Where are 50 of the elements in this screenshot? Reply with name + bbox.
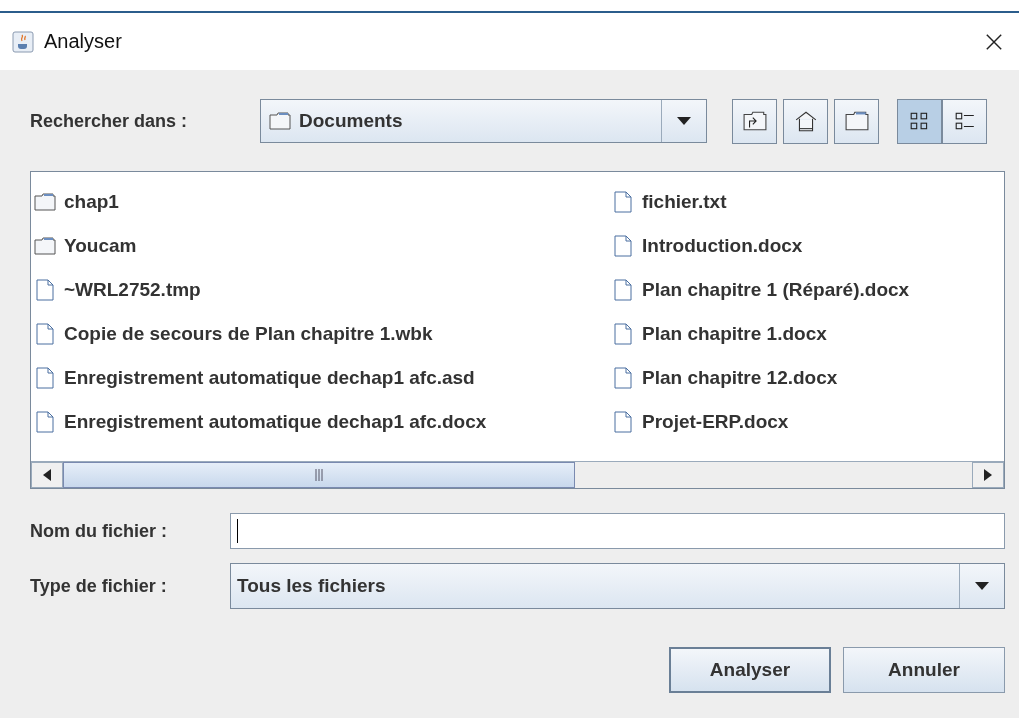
folder-icon — [269, 112, 291, 130]
folder-icon — [34, 235, 56, 257]
left-arrow-icon[interactable] — [43, 469, 51, 481]
folder-arrow-icon — [742, 110, 767, 132]
list-view-button[interactable] — [897, 98, 942, 144]
file-list-item[interactable]: Plan chapitre 12.docx — [612, 356, 910, 400]
file-icon — [34, 323, 56, 345]
folder-icon — [844, 110, 869, 132]
caret-icon — [677, 117, 691, 125]
file-type-dropdown[interactable]: Tous les fichiers — [230, 563, 1005, 609]
file-list-item[interactable]: fichier.txt — [612, 180, 910, 224]
home-icon — [793, 110, 818, 132]
file-list-item[interactable]: Introduction.docx — [612, 224, 910, 268]
caret-icon — [975, 582, 989, 590]
look-in-dropdown[interactable]: Documents — [260, 99, 707, 143]
file-list-item[interactable]: chap1 — [34, 180, 612, 224]
file-icon — [34, 367, 56, 389]
up-folder-button[interactable] — [732, 98, 777, 144]
file-type-label: Type de fichier : — [30, 575, 168, 597]
close-icon[interactable] — [985, 32, 1003, 51]
look-in-label: Rechercher dans : — [30, 110, 189, 132]
file-icon — [34, 279, 56, 301]
file-name-label: Nom du fichier : — [30, 520, 168, 542]
folder-icon — [34, 191, 56, 213]
details-view-button[interactable] — [942, 98, 987, 144]
file-icon — [612, 367, 634, 389]
file-icon — [612, 235, 634, 257]
file-icon — [612, 191, 634, 213]
right-arrow-icon[interactable] — [984, 469, 992, 481]
file-list-item[interactable]: Projet-ERP.docx — [612, 400, 910, 444]
horizontal-scrollbar[interactable] — [31, 461, 1004, 488]
file-list-item[interactable]: Copie de secours de Plan chapitre 1.wbk — [34, 312, 612, 356]
file-icon — [612, 411, 634, 433]
java-cup-icon — [12, 30, 34, 53]
file-list-item[interactable]: Youcam — [34, 224, 612, 268]
file-list-item[interactable]: Enregistrement automatique dechap1 afc.asd — [34, 356, 612, 400]
file-icon — [34, 411, 56, 433]
home-button[interactable] — [783, 98, 828, 144]
file-list-item[interactable]: Plan chapitre 1.docx — [612, 312, 910, 356]
file-list-item[interactable]: Plan chapitre 1 (Réparé).docx — [612, 268, 910, 312]
cancel-button[interactable]: Annuler — [843, 647, 1005, 693]
window-title: Analyser — [44, 30, 123, 53]
analyse-button[interactable]: Analyser — [669, 647, 831, 693]
file-name-field[interactable] — [230, 513, 1005, 549]
file-icon — [612, 323, 634, 345]
new-folder-button[interactable] — [834, 98, 879, 144]
file-list-item[interactable]: ~WRL2752.tmp — [34, 268, 612, 312]
file-list-item[interactable]: Enregistrement automatique dechap1 afc.docx — [34, 400, 612, 444]
grip-icon — [314, 469, 324, 481]
file-icon — [612, 279, 634, 301]
